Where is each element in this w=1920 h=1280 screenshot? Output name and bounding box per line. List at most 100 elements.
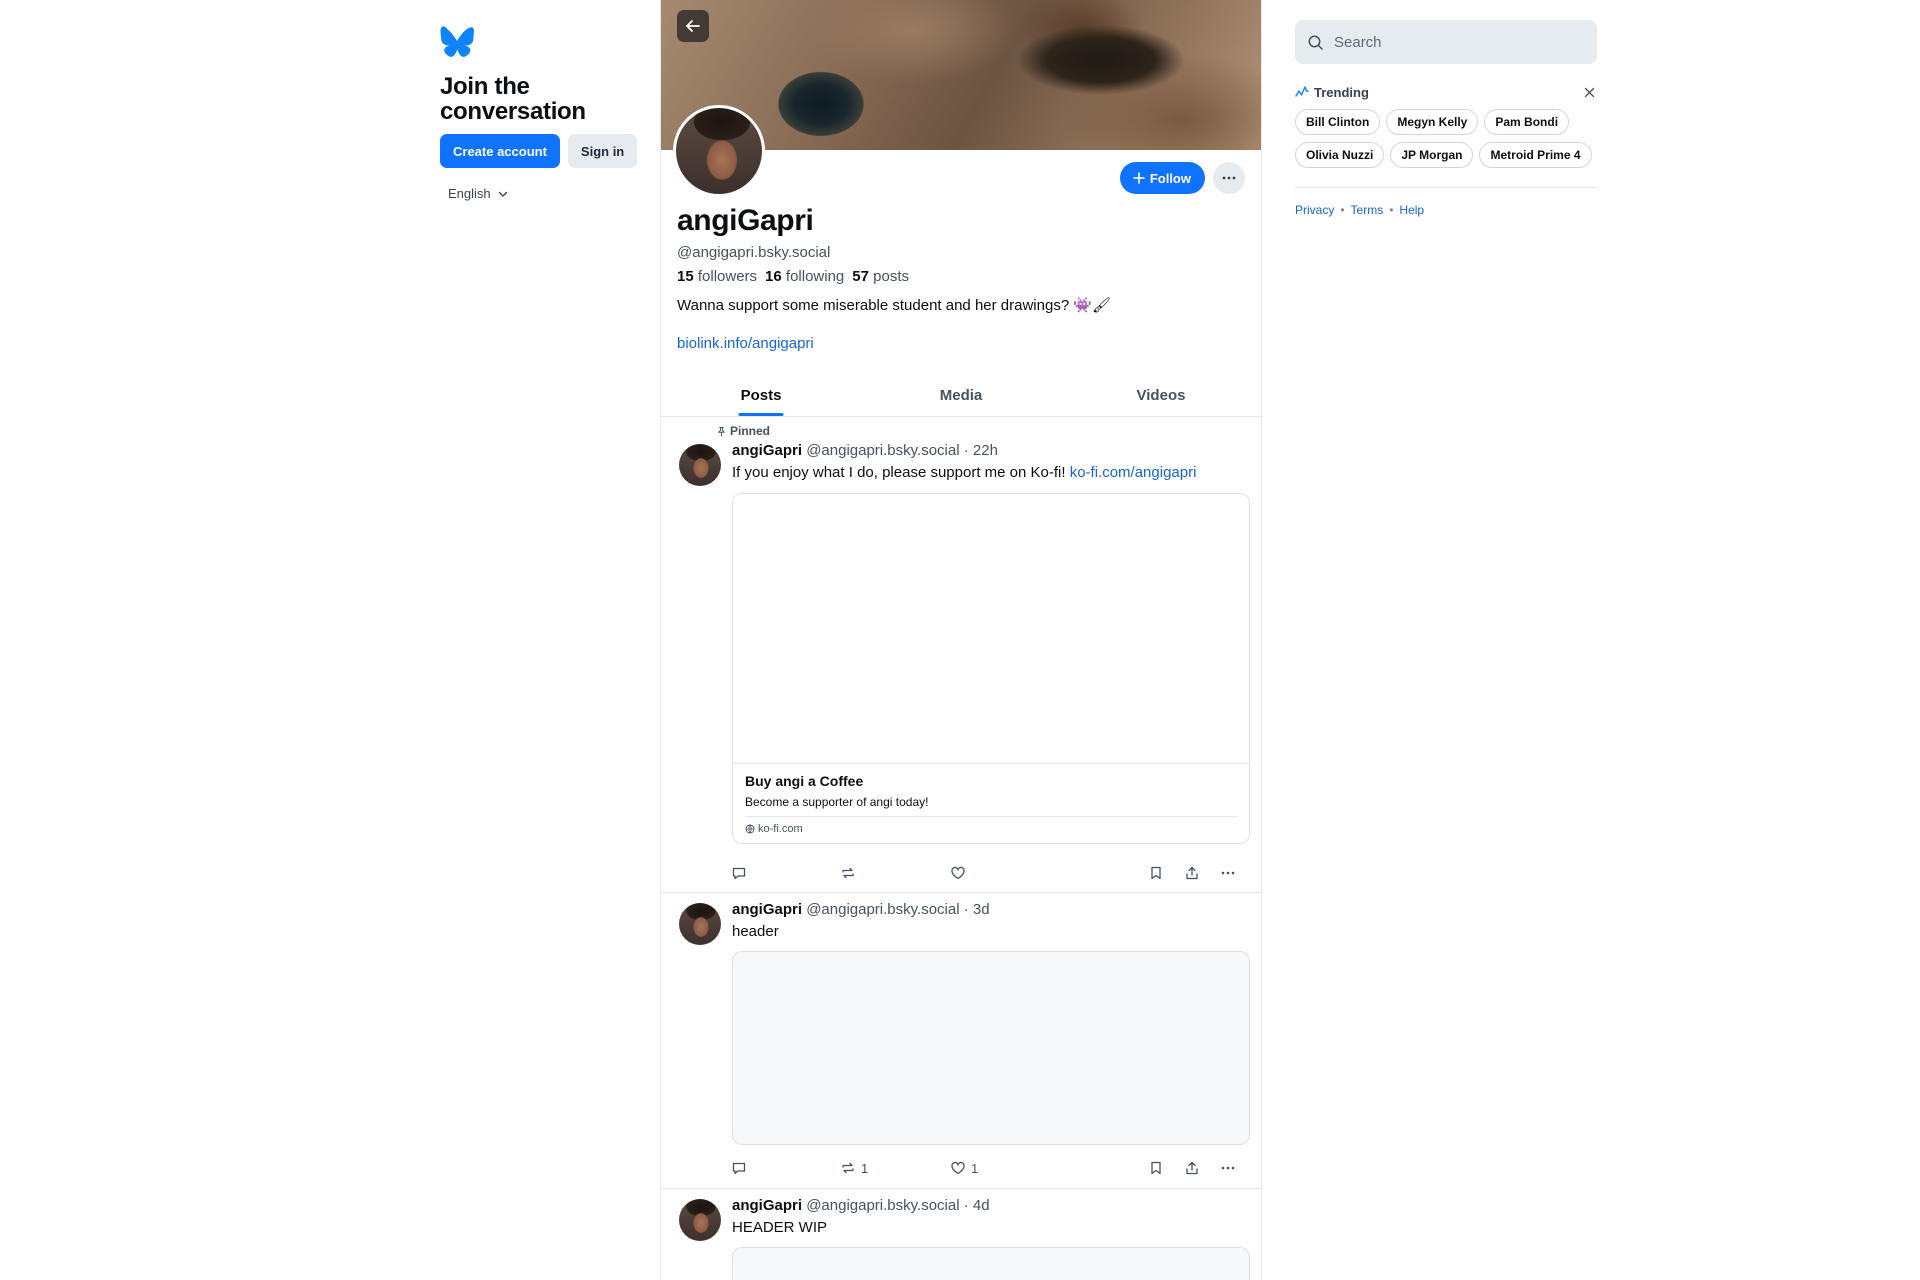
tab-videos[interactable]: Videos bbox=[1061, 375, 1261, 416]
post-more-button[interactable] bbox=[1220, 1160, 1236, 1176]
active-tab-indicator bbox=[738, 413, 784, 416]
profile-link[interactable]: biolink.info/angigapri bbox=[677, 335, 814, 352]
trending-topics: Bill Clinton Megyn Kelly Pam Bondi Olivi… bbox=[1295, 109, 1595, 168]
post-item[interactable]: angiGapri @angigapri.bsky.social · 3d he… bbox=[661, 893, 1261, 1189]
trending-topic-chip[interactable]: Metroid Prime 4 bbox=[1479, 142, 1592, 168]
pinned-label: Pinned bbox=[730, 424, 771, 438]
butterfly-logo-icon[interactable] bbox=[440, 26, 474, 58]
tab-media-label: Media bbox=[939, 387, 983, 404]
share-button[interactable] bbox=[1184, 865, 1200, 881]
post-actions bbox=[731, 863, 1245, 883]
profile-handle: @angigapri.bsky.social bbox=[677, 244, 831, 261]
post-header: angiGapri @angigapri.bsky.social · 4d bbox=[732, 1197, 990, 1214]
back-button[interactable] bbox=[677, 10, 709, 42]
profile-stats: 15 followers 16 following 57 posts bbox=[677, 268, 1245, 285]
display-name: angiGapri bbox=[677, 204, 814, 237]
repost-count: 1 bbox=[861, 1160, 869, 1176]
profile-info: angiGapri @angigapri.bsky.social 15 foll… bbox=[677, 203, 1245, 353]
post-image[interactable] bbox=[732, 951, 1250, 1145]
auth-buttons: Create account Sign in bbox=[440, 134, 650, 168]
post-handle[interactable]: @angigapri.bsky.social bbox=[806, 442, 959, 459]
heart-icon bbox=[951, 1161, 965, 1175]
terms-link[interactable]: Terms bbox=[1351, 203, 1384, 217]
arrow-left-icon bbox=[686, 20, 700, 32]
globe-icon bbox=[745, 824, 755, 834]
avatar[interactable] bbox=[679, 444, 721, 486]
tab-posts[interactable]: Posts bbox=[661, 375, 861, 416]
repost-button[interactable]: 1 bbox=[840, 1160, 868, 1176]
language-select[interactable]: English bbox=[448, 186, 509, 201]
heart-icon bbox=[951, 866, 965, 880]
post-header: angiGapri @angigapri.bsky.social · 3d bbox=[732, 901, 990, 918]
share-button[interactable] bbox=[1184, 1160, 1200, 1176]
avatar[interactable] bbox=[679, 1199, 721, 1241]
post-time[interactable]: 4d bbox=[973, 1197, 990, 1214]
following-count: 16 bbox=[765, 268, 782, 285]
tab-videos-label: Videos bbox=[1136, 387, 1186, 404]
post-actions: 1 1 bbox=[731, 1158, 1245, 1178]
chevron-down-icon bbox=[498, 191, 507, 197]
bookmark-icon bbox=[1151, 1161, 1161, 1175]
share-icon bbox=[1186, 866, 1198, 880]
post-separator: · bbox=[963, 442, 973, 459]
post-handle[interactable]: @angigapri.bsky.social bbox=[806, 901, 959, 918]
create-account-button[interactable]: Create account bbox=[440, 134, 560, 168]
reply-button[interactable] bbox=[731, 1160, 747, 1176]
sidebar-divider bbox=[1295, 187, 1597, 188]
like-count: 1 bbox=[971, 1160, 979, 1176]
post-image[interactable] bbox=[732, 1247, 1250, 1280]
ellipsis-icon bbox=[1222, 176, 1236, 180]
profile-tabs: Posts Media Videos bbox=[661, 375, 1261, 417]
trending-header: Trending bbox=[1295, 84, 1597, 100]
post-item[interactable]: angiGapri @angigapri.bsky.social · 4d HE… bbox=[661, 1189, 1261, 1280]
pin-icon bbox=[718, 426, 725, 436]
like-button[interactable]: 1 bbox=[950, 1160, 978, 1176]
help-link[interactable]: Help bbox=[1399, 203, 1424, 217]
post-time[interactable]: 3d bbox=[973, 901, 990, 918]
profile-more-button[interactable] bbox=[1213, 162, 1245, 194]
privacy-link[interactable]: Privacy bbox=[1295, 203, 1334, 217]
post-item[interactable]: Pinned angiGapri @angigapri.bsky.social … bbox=[661, 417, 1261, 893]
reply-button[interactable] bbox=[731, 865, 747, 881]
bookmark-button[interactable] bbox=[1148, 865, 1164, 881]
trending-topic-chip[interactable]: Pam Bondi bbox=[1484, 109, 1570, 135]
profile-avatar[interactable] bbox=[673, 105, 765, 197]
footer-separator: • bbox=[1340, 203, 1345, 217]
repost-button[interactable] bbox=[840, 865, 861, 881]
left-sidebar: Join the conversation Create account Sig… bbox=[440, 26, 650, 203]
tab-posts-label: Posts bbox=[740, 387, 782, 404]
trending-topic-chip[interactable]: Bill Clinton bbox=[1295, 109, 1381, 135]
tab-media[interactable]: Media bbox=[861, 375, 1061, 416]
link-card[interactable]: Buy angi a Coffee Become a supporter of … bbox=[732, 493, 1250, 844]
sign-in-button[interactable]: Sign in bbox=[567, 134, 638, 168]
trending-topic-chip[interactable]: Olivia Nuzzi bbox=[1295, 142, 1385, 168]
search-bar[interactable] bbox=[1295, 20, 1597, 64]
speech-bubble-icon bbox=[732, 1162, 746, 1175]
ellipsis-icon bbox=[1221, 871, 1235, 875]
like-button[interactable] bbox=[950, 865, 971, 881]
link-card-body: Buy angi a Coffee Become a supporter of … bbox=[733, 764, 1249, 843]
post-time[interactable]: 22h bbox=[973, 442, 998, 459]
trending-topic-chip[interactable]: JP Morgan bbox=[1390, 142, 1474, 168]
post-author[interactable]: angiGapri bbox=[732, 1197, 802, 1214]
bookmark-button[interactable] bbox=[1148, 1160, 1164, 1176]
search-input[interactable] bbox=[1334, 33, 1574, 51]
link-card-description: Become a supporter of angi today! bbox=[745, 795, 929, 809]
post-header: angiGapri @angigapri.bsky.social · 22h bbox=[732, 442, 998, 459]
close-trending-button[interactable] bbox=[1581, 84, 1597, 100]
posts-label: posts bbox=[873, 268, 909, 285]
following-stat[interactable]: 16 following bbox=[765, 268, 844, 285]
follow-button[interactable]: Follow bbox=[1119, 162, 1205, 194]
post-text: If you enjoy what I do, please support m… bbox=[732, 464, 1196, 481]
trending-topic-chip[interactable]: Megyn Kelly bbox=[1386, 109, 1479, 135]
followers-stat[interactable]: 15 followers bbox=[677, 268, 757, 285]
post-author[interactable]: angiGapri bbox=[732, 442, 802, 459]
posts-count: 57 bbox=[852, 268, 869, 285]
post-more-button[interactable] bbox=[1220, 865, 1236, 881]
post-handle[interactable]: @angigapri.bsky.social bbox=[806, 1197, 959, 1214]
post-author[interactable]: angiGapri bbox=[732, 901, 802, 918]
post-link[interactable]: ko-fi.com/angigapri bbox=[1070, 464, 1197, 481]
right-sidebar: Trending Bill Clinton Megyn Kelly Pam Bo… bbox=[1295, 20, 1597, 217]
link-card-title: Buy angi a Coffee bbox=[745, 773, 864, 789]
avatar[interactable] bbox=[679, 903, 721, 945]
